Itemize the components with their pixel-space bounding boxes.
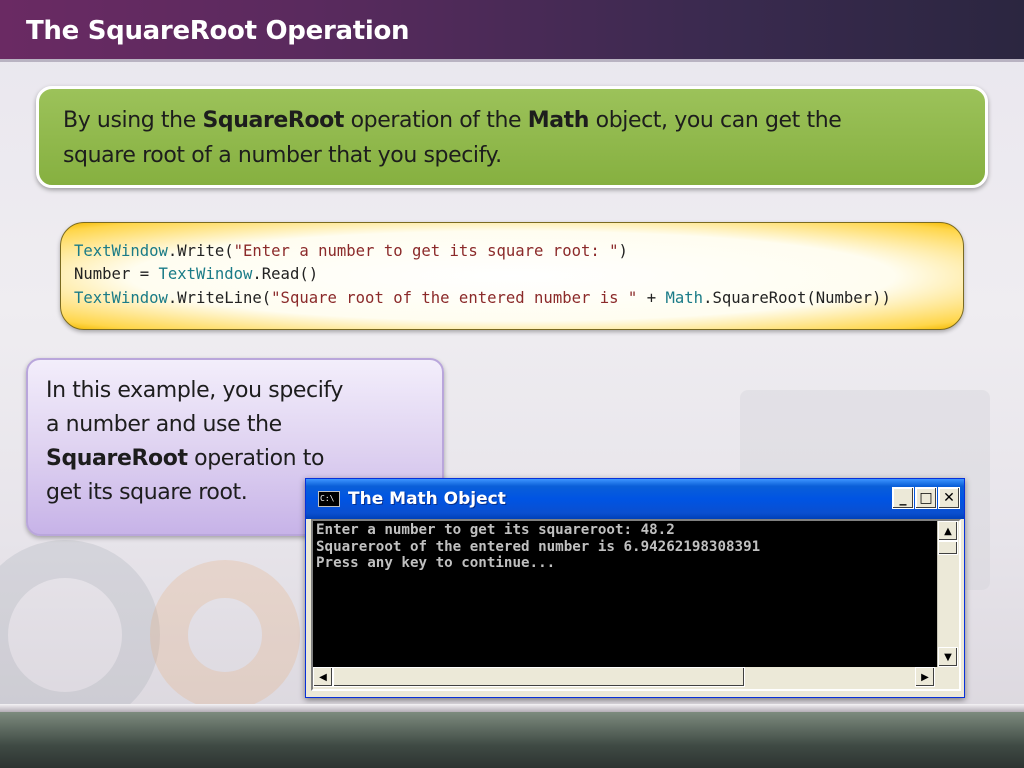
- footer-divider: [0, 704, 1024, 712]
- horizontal-scrollbar[interactable]: ◀ ▶: [313, 667, 937, 689]
- footer-band: [0, 712, 1024, 768]
- console-app-icon[interactable]: C:\: [318, 491, 340, 507]
- console-output-line: Enter a number to get its squareroot: 48…: [316, 522, 675, 538]
- intro-keyword-math: Math: [527, 108, 590, 133]
- intro-text-line2: square root of a number that you specify…: [63, 143, 502, 168]
- code-token: TextWindow: [74, 289, 168, 307]
- resize-grip-icon[interactable]: [935, 667, 959, 689]
- code-token: "Enter a number to get its square root: …: [233, 242, 619, 260]
- example-keyword-squareroot: SquareRoot: [46, 446, 188, 471]
- close-button[interactable]: ✕: [938, 487, 960, 509]
- gear-graphic: [150, 560, 300, 710]
- code-token: Math: [665, 289, 704, 307]
- code-token: TextWindow: [158, 265, 253, 283]
- gear-graphic: [0, 540, 160, 730]
- console-title-bar[interactable]: C:\ The Math Object _ □ ✕: [306, 479, 964, 519]
- code-line: TextWindow.Write("Enter a number to get …: [74, 242, 628, 260]
- code-line: Number = TextWindow.Read(): [74, 265, 318, 283]
- example-text-line: get its square root.: [46, 480, 248, 505]
- code-token: "Square root of the entered number is ": [271, 289, 638, 307]
- slide-title: The SquareRoot Operation: [26, 16, 410, 46]
- code-line: TextWindow.WriteLine("Square root of the…: [74, 289, 891, 307]
- intro-text-part: object, you can get the: [589, 108, 842, 133]
- intro-text: By using the SquareRoot operation of the…: [63, 103, 961, 173]
- code-token: .Read(): [252, 265, 319, 283]
- scroll-right-arrow-icon[interactable]: ▶: [915, 667, 935, 687]
- code-token: ): [618, 242, 628, 260]
- intro-text-part: By using the: [63, 108, 203, 133]
- example-text-line: In this example, you specify: [46, 378, 344, 403]
- scroll-left-arrow-icon[interactable]: ◀: [313, 667, 333, 687]
- code-sample-box: TextWindow.Write("Enter a number to get …: [60, 222, 964, 330]
- console-output-area[interactable]: Enter a number to get its squareroot: 48…: [311, 519, 961, 691]
- code-token: Number =: [74, 265, 159, 283]
- intro-text-part: operation of the: [344, 108, 528, 133]
- console-window[interactable]: C:\ The Math Object _ □ ✕ Enter a number…: [305, 478, 965, 698]
- code-token: .WriteLine(: [167, 289, 272, 307]
- intro-keyword-squareroot: SquareRoot: [202, 108, 344, 133]
- code-token: +: [637, 289, 666, 307]
- slide-title-bar: The SquareRoot Operation: [0, 0, 1024, 62]
- intro-callout: By using the SquareRoot operation of the…: [36, 86, 988, 188]
- code-token: TextWindow: [74, 242, 168, 260]
- code-token: .Write(: [167, 242, 234, 260]
- scroll-up-arrow-icon[interactable]: ▲: [938, 521, 958, 541]
- console-window-title: The Math Object: [348, 489, 506, 509]
- maximize-button[interactable]: □: [915, 487, 937, 509]
- vertical-scrollbar[interactable]: ▲ ▼: [937, 521, 959, 669]
- console-output-line: Squareroot of the entered number is 6.94…: [316, 538, 761, 555]
- scroll-down-arrow-icon[interactable]: ▼: [938, 647, 958, 667]
- minimize-button[interactable]: _: [892, 487, 914, 509]
- console-output-text: Enter a number to get its squareroot: 48…: [316, 522, 934, 668]
- horizontal-scroll-thumb[interactable]: [333, 667, 745, 687]
- vertical-scroll-thumb[interactable]: [938, 541, 958, 555]
- example-text-line: operation to: [187, 446, 325, 471]
- console-output-line: Press any key to continue...: [316, 555, 556, 571]
- example-text-line: a number and use the: [46, 412, 282, 437]
- code-token: .SquareRoot(Number)): [703, 289, 891, 307]
